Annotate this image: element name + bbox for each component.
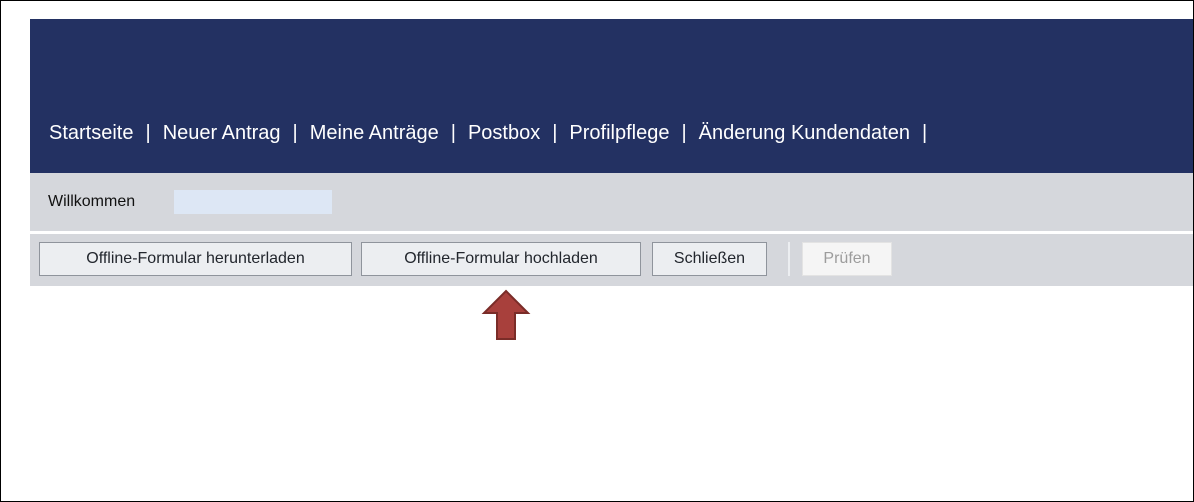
- download-offline-form-button[interactable]: Offline-Formular herunterladen: [39, 242, 352, 276]
- nav-separator: |: [552, 122, 558, 144]
- close-button[interactable]: Schließen: [652, 242, 767, 276]
- screenshot-frame: Startseite | Neuer Antrag | Meine Anträge | Po…: [0, 0, 1194, 502]
- action-toolbar: Offline-Formular herunterladen Offline-F…: [30, 234, 1193, 286]
- welcome-label: Willkommen: [48, 193, 136, 210]
- nav-separator: |: [921, 122, 928, 144]
- nav-item-meine-antraege[interactable]: Meine Anträge: [310, 122, 439, 144]
- welcome-bar: Willkommen: [30, 173, 1193, 231]
- main-navigation: Startseite | Neuer Antrag | Meine Anträge | Po…: [49, 119, 939, 147]
- nav-item-aenderung-kundendaten[interactable]: Änderung Kundendaten: [699, 122, 910, 144]
- redacted-username: [174, 190, 332, 214]
- upload-offline-form-button[interactable]: Offline-Formular hochladen: [361, 242, 641, 276]
- nav-separator: |: [145, 122, 151, 144]
- toolbar-divider: [788, 242, 790, 276]
- nav-separator: |: [450, 122, 456, 144]
- nav-separator: |: [681, 122, 687, 144]
- check-button: Prüfen: [802, 242, 892, 276]
- nav-item-profilpflege[interactable]: Profilpflege: [569, 122, 669, 144]
- nav-item-neuer-antrag[interactable]: Neuer Antrag: [163, 122, 281, 144]
- nav-separator: |: [292, 122, 298, 144]
- up-arrow-icon: [481, 289, 531, 346]
- nav-item-startseite[interactable]: Startseite: [49, 122, 133, 144]
- nav-item-postbox[interactable]: Postbox: [468, 122, 540, 144]
- top-header: Startseite | Neuer Antrag | Meine Anträge | Po…: [30, 19, 1193, 173]
